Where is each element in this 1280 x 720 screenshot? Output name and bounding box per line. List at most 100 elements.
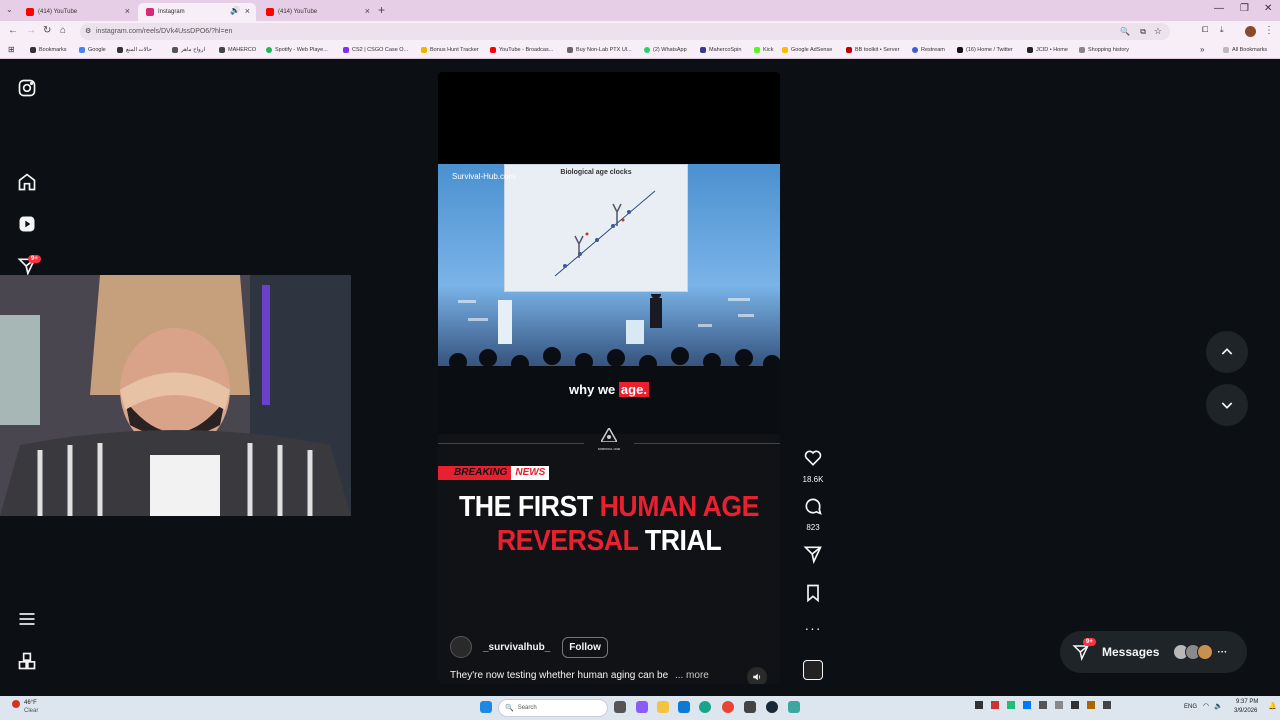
- home-icon[interactable]: [17, 172, 37, 197]
- bookmark-item[interactable]: Spotify - Web Playe...: [266, 47, 328, 53]
- store-icon[interactable]: [678, 701, 690, 713]
- previous-reel-button[interactable]: [1206, 331, 1248, 373]
- bookmark-item[interactable]: Shopping history: [1079, 47, 1129, 53]
- bookmark-item[interactable]: Restream: [912, 47, 945, 53]
- zoom-icon[interactable]: 🔍: [1120, 23, 1130, 40]
- app-icon[interactable]: [744, 701, 756, 713]
- reel-video[interactable]: Biological age clocks Survival-Hub.com w…: [438, 72, 780, 684]
- restore-button[interactable]: ❐: [1240, 3, 1249, 14]
- language-indicator[interactable]: ENG: [1184, 704, 1197, 710]
- apps-grid-icon[interactable]: ⊞: [8, 45, 15, 54]
- comment-button[interactable]: 823: [800, 496, 826, 532]
- app-icon[interactable]: [788, 701, 800, 713]
- home-browser-icon[interactable]: ⌂: [60, 25, 66, 36]
- author-avatar[interactable]: [450, 636, 472, 658]
- file-explorer-icon[interactable]: [657, 701, 669, 713]
- taskbar-search[interactable]: 🔍 Search: [498, 699, 608, 717]
- tray-icon[interactable]: [1007, 701, 1015, 709]
- tray-icons[interactable]: [975, 701, 1155, 713]
- audio-source-button[interactable]: [800, 660, 826, 685]
- url-bar[interactable]: ⚙ instagram.com/reels/DVk4UssDPO6/?hl=en…: [80, 23, 1170, 40]
- notifications-icon[interactable]: 🔔: [1268, 702, 1277, 710]
- next-reel-button[interactable]: [1206, 384, 1248, 426]
- browser-menu-icon[interactable]: ⋮: [1264, 25, 1274, 36]
- tray-icon[interactable]: [1039, 701, 1047, 709]
- bookmark-item[interactable]: YouTube - Broadcas...: [490, 47, 553, 53]
- instagram-logo-icon[interactable]: [17, 78, 37, 103]
- bookmark-item[interactable]: Buy Non-Lab PTX Ul...: [567, 47, 632, 53]
- wifi-icon[interactable]: ◠: [1203, 702, 1209, 710]
- also-from-meta-icon[interactable]: [17, 651, 37, 676]
- bookmark-item[interactable]: Google AdSense: [782, 47, 832, 53]
- tab-title: (414) YouTube: [38, 9, 78, 15]
- bookmark-item[interactable]: Google: [79, 47, 106, 53]
- clock-time[interactable]: 9:37 PM: [1236, 699, 1258, 705]
- copilot-icon[interactable]: [636, 701, 648, 713]
- bookmark-star-icon[interactable]: ☆: [1154, 23, 1162, 40]
- tray-icon[interactable]: [991, 701, 999, 709]
- tray-icon[interactable]: [1023, 701, 1031, 709]
- new-tab-button[interactable]: +: [378, 3, 385, 17]
- forward-icon[interactable]: →: [26, 25, 36, 36]
- messages-more-icon[interactable]: ···: [1217, 647, 1227, 658]
- video-watermark: Survival-Hub.com: [452, 172, 516, 181]
- author-username[interactable]: _survivalhub_: [483, 642, 550, 653]
- tab-instagram[interactable]: Instagram 🔊 ×: [138, 3, 256, 21]
- task-view-icon[interactable]: [614, 701, 626, 713]
- tray-icon[interactable]: [975, 701, 983, 709]
- more-options-button[interactable]: ···: [800, 620, 826, 636]
- bookmark-item[interactable]: BB toolkit • Server: [846, 47, 899, 53]
- bookmarks-overflow-icon[interactable]: »: [1200, 45, 1204, 54]
- profile-avatar[interactable]: [1245, 26, 1256, 37]
- tray-icon[interactable]: [1055, 701, 1063, 709]
- tray-icon[interactable]: [1071, 701, 1079, 709]
- bookmark-item[interactable]: Bonus Hunt Tracker: [421, 47, 479, 53]
- bookmark-item[interactable]: JCID • Home: [1027, 47, 1068, 53]
- volume-icon[interactable]: 🔈: [1214, 702, 1223, 710]
- steam-icon[interactable]: [766, 701, 778, 713]
- audio-toggle-icon[interactable]: [747, 667, 767, 684]
- minimize-button[interactable]: —: [1214, 3, 1224, 14]
- downloads-icon[interactable]: ⤓: [1220, 25, 1224, 35]
- weather-icon[interactable]: [12, 700, 20, 708]
- close-tab-icon[interactable]: ×: [245, 6, 250, 16]
- tray-icon[interactable]: [1087, 701, 1095, 709]
- clock-date[interactable]: 3/9/2026: [1234, 708, 1257, 714]
- all-bookmarks[interactable]: All Bookmarks: [1223, 47, 1267, 53]
- bookmark-item[interactable]: MahercoSpin: [700, 47, 741, 53]
- back-icon[interactable]: ←: [8, 25, 18, 36]
- install-icon[interactable]: ⧉: [1140, 23, 1146, 40]
- reload-icon[interactable]: ↻: [43, 25, 51, 36]
- save-button[interactable]: [800, 583, 826, 608]
- extensions-icon[interactable]: ⧠: [1202, 25, 1208, 35]
- tray-icon[interactable]: [1103, 701, 1111, 709]
- site-info-icon[interactable]: ⚙: [85, 23, 91, 40]
- bookmark-item[interactable]: حالات المنع: [117, 47, 152, 53]
- start-menu-icon[interactable]: [480, 701, 492, 713]
- bookmark-item[interactable]: ارواح ماهر: [172, 47, 205, 53]
- bookmark-item[interactable]: CS2 | CSGO Case O...: [343, 47, 408, 53]
- follow-button[interactable]: Follow: [562, 636, 608, 658]
- tab-youtube-1[interactable]: (414) YouTube ×: [18, 3, 136, 21]
- like-button[interactable]: 18.6K: [800, 448, 826, 484]
- close-window-button[interactable]: ✕: [1264, 3, 1272, 14]
- reels-icon[interactable]: [17, 214, 37, 239]
- tab-search-button[interactable]: ⌄: [6, 5, 13, 14]
- bookmark-item[interactable]: Kick: [754, 47, 773, 53]
- chrome-icon[interactable]: [722, 701, 734, 713]
- tab-youtube-2[interactable]: (414) YouTube ×: [258, 3, 376, 21]
- menu-icon[interactable]: [17, 609, 37, 634]
- headline: THE FIRST HUMAN AGE REVERSAL TRIAL: [452, 490, 767, 558]
- headline-white-2: TRIAL: [644, 525, 722, 557]
- bookmark-item[interactable]: (2) WhatsApp: [644, 47, 687, 53]
- bookmark-item[interactable]: (16) Home / Twitter: [957, 47, 1013, 53]
- close-tab-icon[interactable]: ×: [125, 6, 130, 16]
- messages-button[interactable]: 9+ Messages ···: [1060, 631, 1247, 673]
- close-tab-icon[interactable]: ×: [365, 6, 370, 16]
- edge-icon[interactable]: [699, 701, 711, 713]
- bookmark-item[interactable]: MAHERCO: [219, 47, 256, 53]
- caption-more-link[interactable]: ... more: [675, 670, 709, 681]
- share-button[interactable]: [800, 544, 826, 569]
- audio-playing-icon[interactable]: 🔊: [230, 6, 240, 15]
- bookmark-item[interactable]: Bookmarks: [30, 47, 67, 53]
